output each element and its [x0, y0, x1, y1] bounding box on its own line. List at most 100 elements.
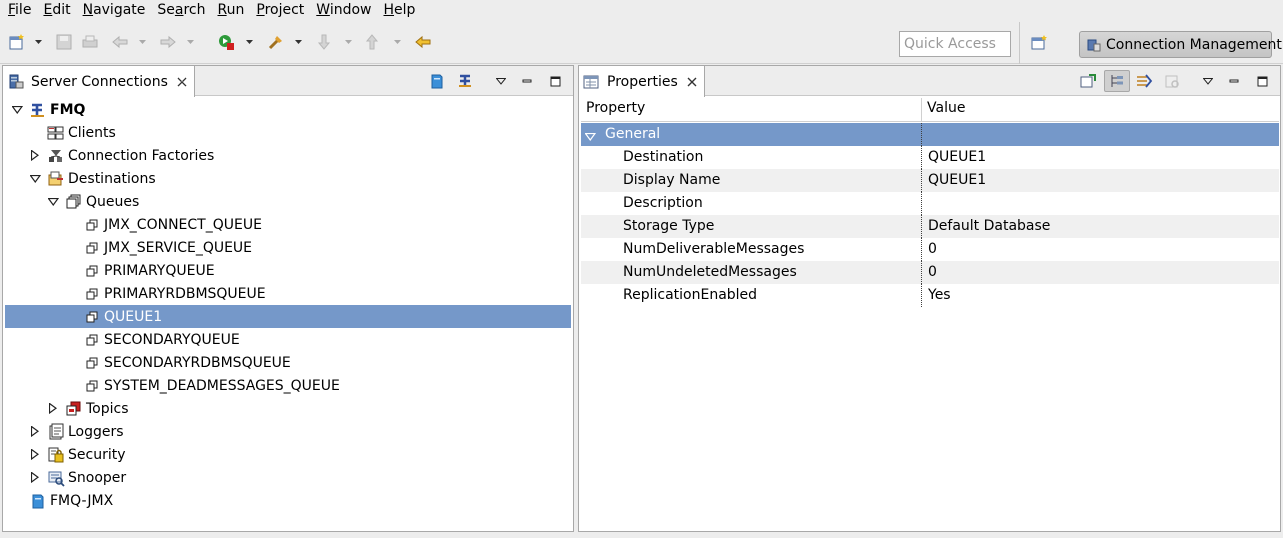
- queue-icon: [83, 262, 101, 280]
- tree-item[interactable]: SECONDARYQUEUE: [5, 328, 571, 351]
- column-divider[interactable]: [921, 98, 922, 122]
- tree-item[interactable]: Clients: [5, 121, 571, 144]
- menu-label-part: indow: [329, 2, 372, 18]
- collapsed-triangle-icon[interactable]: [47, 403, 59, 415]
- tree-item[interactable]: JMX_SERVICE_QUEUE: [5, 236, 571, 259]
- property-value[interactable]: QUEUE1: [928, 149, 986, 165]
- minimize-icon[interactable]: [517, 71, 537, 91]
- view-menu-icon[interactable]: [1198, 71, 1218, 91]
- menu-mnemonic: E: [43, 2, 53, 18]
- show-advanced-properties-icon[interactable]: [1134, 71, 1154, 91]
- close-icon[interactable]: [686, 76, 698, 88]
- collapsed-triangle-icon[interactable]: [29, 449, 41, 461]
- tree-item-label: Topics: [86, 400, 129, 417]
- external-tools-dropdown-icon[interactable]: [294, 36, 302, 48]
- property-row[interactable]: Destination QUEUE1: [581, 146, 1279, 169]
- server-connections-view: Server Connections FMQ Clients Connection: [2, 65, 574, 532]
- property-row[interactable]: ReplicationEnabled Yes: [581, 284, 1279, 307]
- tree-item[interactable]: Queues: [5, 190, 571, 213]
- collapsed-triangle-icon[interactable]: [29, 150, 41, 162]
- property-row[interactable]: NumUndeletedMessages 0: [581, 261, 1279, 284]
- run-icon[interactable]: [216, 32, 236, 52]
- menu-project[interactable]: Project: [250, 0, 310, 22]
- expanded-triangle-icon[interactable]: [11, 104, 23, 116]
- tree-item-label: SECONDARYQUEUE: [104, 331, 240, 348]
- tree-item[interactable]: FMQ: [5, 98, 571, 121]
- show-categories-icon[interactable]: [1104, 70, 1130, 92]
- tree-item[interactable]: PRIMARYQUEUE: [5, 259, 571, 282]
- tree-item[interactable]: Loggers: [5, 420, 571, 443]
- fmq-server-icon: [29, 101, 47, 119]
- close-icon[interactable]: [176, 76, 188, 88]
- tree-item[interactable]: Security: [5, 443, 571, 466]
- expanded-triangle-icon[interactable]: [29, 173, 41, 185]
- column-divider: [921, 238, 922, 261]
- tree-item[interactable]: Snooper: [5, 466, 571, 489]
- pin-to-selection-icon[interactable]: [1078, 71, 1098, 91]
- queue-icon: [83, 285, 101, 303]
- property-key: NumDeliverableMessages: [623, 241, 805, 257]
- collapsed-triangle-icon[interactable]: [29, 426, 41, 438]
- tree-item-label: Clients: [68, 124, 116, 141]
- tab-server-connections[interactable]: Server Connections: [3, 66, 195, 97]
- tree-item[interactable]: JMX_CONNECT_QUEUE: [5, 213, 571, 236]
- menu-mnemonic: P: [256, 2, 265, 18]
- property-value[interactable]: QUEUE1: [928, 172, 986, 188]
- clients-icon: [47, 124, 65, 142]
- collapsed-triangle-icon[interactable]: [29, 472, 41, 484]
- new-wizard-icon[interactable]: [7, 32, 27, 52]
- external-tools-icon[interactable]: [266, 32, 286, 52]
- tree-item[interactable]: FMQ-JMX: [5, 489, 571, 512]
- new-dropdown-icon[interactable]: [34, 36, 42, 48]
- tree-item[interactable]: Topics: [5, 397, 571, 420]
- property-value[interactable]: 0: [928, 264, 937, 280]
- properties-header: Properties: [579, 66, 1280, 97]
- back-dropdown-icon: [138, 36, 146, 48]
- column-header-property[interactable]: Property: [586, 100, 645, 116]
- server-connections-icon: [7, 73, 25, 91]
- property-row[interactable]: Storage Type Default Database: [581, 215, 1279, 238]
- new-connection-icon[interactable]: [427, 71, 447, 91]
- collapse-triangle-icon[interactable]: [584, 129, 597, 145]
- menu-mnemonic: F: [8, 2, 16, 18]
- tree-item[interactable]: Connection Factories: [5, 144, 571, 167]
- menu-search[interactable]: Search: [151, 0, 211, 22]
- property-value[interactable]: Yes: [928, 287, 951, 303]
- minimize-icon[interactable]: [1224, 71, 1244, 91]
- tree-item-label: Destinations: [68, 170, 156, 187]
- menu-help[interactable]: Help: [378, 0, 422, 22]
- tree-item[interactable]: PRIMARYRDBMSQUEUE: [5, 282, 571, 305]
- property-row[interactable]: NumDeliverableMessages 0: [581, 238, 1279, 261]
- property-row[interactable]: Display Name QUEUE1: [581, 169, 1279, 192]
- column-header-value[interactable]: Value: [927, 100, 965, 116]
- tree-item-label: QUEUE1: [104, 308, 163, 325]
- menu-edit[interactable]: Edit: [37, 0, 76, 22]
- tab-properties[interactable]: Properties: [579, 66, 705, 97]
- property-key: ReplicationEnabled: [623, 287, 758, 303]
- quick-access-input[interactable]: [899, 31, 1011, 57]
- property-group-general[interactable]: General: [581, 123, 1279, 146]
- menu-navigate[interactable]: Navigate: [77, 0, 152, 22]
- expanded-triangle-icon[interactable]: [47, 196, 59, 208]
- property-value[interactable]: Default Database: [928, 218, 1050, 234]
- connect-icon[interactable]: [455, 71, 475, 91]
- property-group-label: General: [605, 126, 661, 142]
- view-menu-icon[interactable]: [491, 71, 511, 91]
- queue-icon: [83, 239, 101, 257]
- maximize-icon[interactable]: [1252, 71, 1272, 91]
- tree-item[interactable]: Destinations: [5, 167, 571, 190]
- maximize-icon[interactable]: [545, 71, 565, 91]
- tree-item[interactable]: SYSTEM_DEADMESSAGES_QUEUE: [5, 374, 571, 397]
- menu-file[interactable]: File: [2, 0, 37, 22]
- connection-management-perspective-button[interactable]: Connection Management: [1079, 31, 1282, 58]
- tree-item[interactable]: QUEUE1: [5, 305, 571, 328]
- property-value[interactable]: 0: [928, 241, 937, 257]
- open-perspective-icon[interactable]: [1030, 34, 1050, 54]
- previous-annotation-dropdown-icon: [393, 36, 401, 48]
- last-edit-location-icon[interactable]: [414, 32, 434, 52]
- menu-window[interactable]: Window: [310, 0, 377, 22]
- tree-item[interactable]: SECONDARYRDBMSQUEUE: [5, 351, 571, 374]
- run-dropdown-icon[interactable]: [245, 36, 253, 48]
- menu-run[interactable]: Run: [212, 0, 251, 22]
- property-row[interactable]: Description: [581, 192, 1279, 215]
